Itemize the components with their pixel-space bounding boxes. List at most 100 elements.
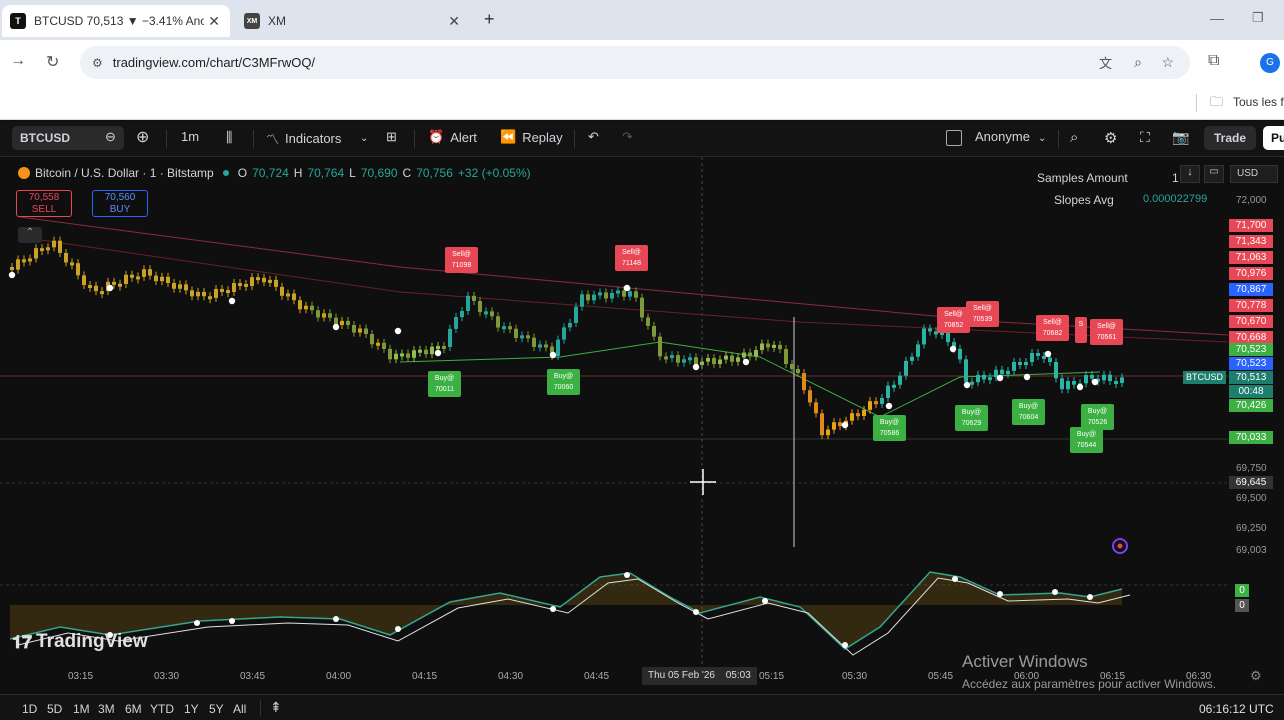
- utc-clock[interactable]: 06:16:12 UTC: [1199, 702, 1274, 716]
- minimize-icon[interactable]: —: [1210, 10, 1224, 26]
- interval-button[interactable]: 1m: [181, 129, 199, 144]
- pivot-dot: [332, 323, 340, 331]
- tab-tradingview[interactable]: T BTCUSD 70,513 ▼ −3.41% Ano ✕: [2, 5, 230, 37]
- site-info-icon[interactable]: ⚙: [92, 56, 103, 70]
- signal-type: Buy@: [553, 373, 574, 380]
- candle: [28, 258, 32, 262]
- url-omnibox[interactable]: ⚙ tradingview.com/chart/C3MFrwOQ/ 文 ⌕ ☆: [80, 46, 1190, 79]
- chart-type-icon[interactable]: ⫼: [226, 129, 232, 146]
- timeframe-ytd[interactable]: YTD: [150, 702, 174, 716]
- candle: [562, 327, 566, 340]
- pivot-dot: [1091, 378, 1099, 386]
- candle: [454, 317, 458, 329]
- timeframe-1m[interactable]: 1M: [73, 702, 90, 716]
- alert-button[interactable]: ⏰ Alert: [428, 129, 477, 145]
- pivot-dot: [623, 284, 631, 292]
- collapse-legend-icon[interactable]: ⌃: [18, 227, 42, 243]
- chart-settings-gear-icon[interactable]: ⚙: [1250, 668, 1262, 684]
- candle: [502, 326, 506, 330]
- candle: [916, 344, 920, 357]
- close-tab-icon[interactable]: ✕: [208, 13, 220, 30]
- candle: [310, 305, 314, 311]
- candle: [274, 279, 278, 287]
- settings-gear-icon[interactable]: ⚙: [1104, 129, 1117, 147]
- candle: [1024, 361, 1028, 366]
- close-tab-icon[interactable]: ✕: [448, 13, 460, 30]
- quick-search-icon[interactable]: ⌕: [1070, 129, 1078, 146]
- profile-avatar[interactable]: G: [1260, 53, 1280, 73]
- candle: [946, 332, 950, 343]
- tab-title: BTCUSD 70,513 ▼ −3.41% Ano: [34, 14, 204, 28]
- timeframe-1y[interactable]: 1Y: [184, 702, 199, 716]
- tab-xm[interactable]: XM XM ✕: [236, 5, 470, 37]
- date-range-icon[interactable]: ⇞: [270, 699, 282, 716]
- new-tab-button[interactable]: +: [484, 9, 495, 30]
- layout-checkbox-icon[interactable]: [946, 130, 962, 146]
- candle: [652, 325, 656, 337]
- candle: [1084, 375, 1088, 384]
- currency-selector[interactable]: USD: [1230, 165, 1278, 183]
- activate-windows-title: Activer Windows: [962, 652, 1088, 671]
- scroll-down-icon[interactable]: ↓: [1180, 165, 1200, 183]
- restore-icon[interactable]: ❐: [1252, 10, 1264, 26]
- snapshot-camera-icon[interactable]: 📷: [1172, 129, 1189, 146]
- trade-button[interactable]: Trade: [1204, 126, 1257, 150]
- add-symbol-icon[interactable]: ⊕: [136, 127, 149, 147]
- translate-icon[interactable]: 文: [1099, 53, 1112, 72]
- layout-name[interactable]: Anonyme: [975, 129, 1030, 144]
- time-tick: 04:00: [326, 671, 352, 682]
- buy-price-button[interactable]: 70,560 BUY: [92, 190, 148, 217]
- candle: [118, 283, 122, 287]
- timeframe-6m[interactable]: 6M: [125, 702, 142, 716]
- chevron-down-icon[interactable]: ⌄: [360, 133, 368, 144]
- bookmark-star-icon[interactable]: ☆: [1161, 54, 1174, 71]
- zoom-icon[interactable]: ⌕: [1134, 54, 1142, 71]
- buy-signal-label: Buy@ 70604: [1012, 399, 1045, 425]
- timeframe-3m[interactable]: 3M: [98, 702, 115, 716]
- signal-price: 70629: [961, 420, 982, 427]
- candle: [892, 384, 896, 388]
- candle: [328, 313, 332, 318]
- oscillator-dot: [1052, 589, 1058, 595]
- replay-button[interactable]: ⏪ Replay: [500, 129, 563, 145]
- symbol-price-tag: BTCUSD: [1183, 371, 1227, 384]
- candle: [1108, 374, 1112, 382]
- undo-icon[interactable]: ↶: [588, 129, 599, 145]
- chevron-down-icon[interactable]: ⌄: [1038, 133, 1046, 144]
- indicators-button[interactable]: 〽 Indicators: [266, 129, 341, 148]
- forward-icon[interactable]: →: [10, 52, 26, 70]
- candle: [514, 328, 518, 338]
- candle: [742, 352, 746, 358]
- legend-close: 70,756: [416, 166, 453, 180]
- sell-signal-label: S: [1075, 317, 1087, 343]
- candle: [292, 293, 296, 301]
- sell-price-button[interactable]: 70,558 SELL: [16, 190, 72, 217]
- reload-icon[interactable]: ↻: [46, 52, 59, 72]
- signal-price: 70060: [553, 384, 574, 391]
- signal-type: Sell@: [622, 249, 641, 256]
- candle: [682, 359, 686, 363]
- extensions-icon[interactable]: ⧉: [1208, 52, 1219, 70]
- candle: [250, 277, 254, 286]
- candle: [622, 290, 626, 297]
- candle: [370, 334, 374, 345]
- candle: [988, 377, 992, 381]
- replay-label: Replay: [522, 129, 563, 145]
- redo-icon[interactable]: ↷: [622, 129, 633, 145]
- osc-value-box: 0: [1235, 599, 1249, 612]
- pivot-dot: [434, 349, 442, 357]
- panel-toggle-icon[interactable]: ▭: [1204, 165, 1224, 183]
- timeframe-5y[interactable]: 5Y: [209, 702, 224, 716]
- templates-icon[interactable]: ⊞: [386, 129, 397, 145]
- candle: [442, 346, 446, 350]
- candle: [658, 336, 662, 357]
- compare-icon[interactable]: ⊖: [105, 129, 116, 145]
- fullscreen-icon[interactable]: ⛶: [1140, 129, 1150, 146]
- all-bookmarks-link[interactable]: Tous les f: [1233, 95, 1284, 109]
- chart-area[interactable]: Bitcoin / U.S. Dollar · 1 · Bitstamp O 70…: [0, 157, 1284, 694]
- timeframe-5d[interactable]: 5D: [47, 702, 62, 716]
- timeframe-1d[interactable]: 1D: [22, 702, 37, 716]
- publish-button[interactable]: Pu: [1263, 126, 1284, 150]
- toolbar-separator: [1058, 130, 1059, 148]
- timeframe-all[interactable]: All: [233, 702, 246, 716]
